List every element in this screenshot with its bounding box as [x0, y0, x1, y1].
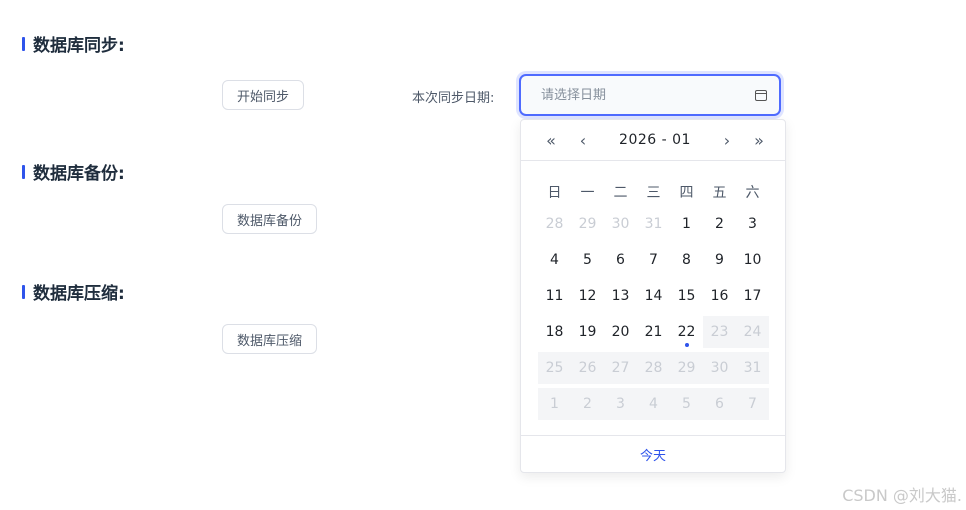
today-button[interactable]: 今天 [640, 445, 666, 464]
calendar-day[interactable]: 12 [571, 280, 604, 312]
calendar-day[interactable]: 15 [670, 280, 703, 312]
calendar-day[interactable]: 28 [538, 208, 571, 240]
calendar-icon[interactable] [755, 89, 767, 101]
calendar-day[interactable]: 18 [538, 316, 571, 348]
calendar-day: 26 [571, 352, 604, 384]
calendar-day: 6 [703, 388, 736, 420]
calendar-day-today[interactable]: 22 [670, 316, 703, 348]
calendar-week-row: 28 29 30 31 1 2 3 [521, 206, 785, 242]
weekday-label: 一 [580, 185, 595, 201]
calendar-month-title[interactable]: 2026 - 01 [619, 132, 691, 148]
calendar-day: 7 [736, 388, 769, 420]
prev-month-icon[interactable]: ‹ [577, 131, 589, 150]
next-year-icon[interactable]: » [753, 131, 765, 150]
calendar-day: 3 [604, 388, 637, 420]
calendar-day: 29 [670, 352, 703, 384]
calendar-day[interactable]: 30 [604, 208, 637, 240]
calendar-day: 28 [637, 352, 670, 384]
section-title-backup: 数据库备份: [22, 159, 125, 184]
prev-year-icon[interactable]: « [545, 131, 557, 150]
section-accent-bar [22, 284, 25, 299]
calendar-day[interactable]: 2 [703, 208, 736, 240]
calendar-day: 31 [736, 352, 769, 384]
section-title-text: 数据库备份: [33, 164, 125, 184]
calendar-week-row: 11 12 13 14 15 16 17 [521, 278, 785, 314]
calendar-day[interactable]: 9 [703, 244, 736, 276]
calendar-day[interactable]: 4 [538, 244, 571, 276]
weekday-label: 日 [547, 185, 562, 201]
weekday-label: 六 [745, 185, 760, 201]
section-title-text: 数据库同步: [33, 36, 125, 56]
weekday-label: 四 [679, 185, 694, 201]
calendar-week-row: 4 5 6 7 8 9 10 [521, 242, 785, 278]
calendar-day[interactable]: 1 [670, 208, 703, 240]
calendar-grid: 28 29 30 31 1 2 3 4 5 6 7 8 9 10 11 12 13 14 15 16 17 18 19 20 2… [521, 206, 785, 422]
calendar-day[interactable]: 11 [538, 280, 571, 312]
sync-date-label: 本次同步日期: [412, 91, 495, 106]
calendar-day[interactable]: 29 [571, 208, 604, 240]
start-sync-button[interactable]: 开始同步 [222, 80, 305, 110]
calendar-day: 4 [637, 388, 670, 420]
calendar-day[interactable]: 5 [571, 244, 604, 276]
section-title-text: 数据库压缩: [33, 284, 125, 304]
calendar-day[interactable]: 31 [637, 208, 670, 240]
database-compress-button[interactable]: 数据库压缩 [222, 324, 318, 354]
section-title-compress: 数据库压缩: [22, 279, 125, 304]
calendar-week-row: 1234567 [521, 386, 785, 422]
calendar-footer: 今天 [521, 435, 785, 472]
watermark: CSDN @刘大猫. [842, 486, 962, 505]
calendar-day[interactable]: 19 [571, 316, 604, 348]
date-picker-popup: « ‹ 2026 - 01 › » 日一二三四五六 28 29 30 31 1 2 3 4 5 6… [520, 119, 786, 473]
weekday-label: 五 [712, 185, 727, 201]
calendar-day: 27 [604, 352, 637, 384]
calendar-day: 30 [703, 352, 736, 384]
calendar-day[interactable]: 17 [736, 280, 769, 312]
weekday-label: 三 [646, 185, 661, 201]
weekday-label: 二 [613, 185, 628, 201]
next-month-icon[interactable]: › [721, 131, 733, 150]
calendar-day[interactable]: 7 [637, 244, 670, 276]
calendar-day[interactable]: 20 [604, 316, 637, 348]
calendar-day[interactable]: 10 [736, 244, 769, 276]
calendar-day[interactable]: 13 [604, 280, 637, 312]
sync-date-input[interactable] [539, 86, 755, 104]
section-accent-bar [22, 36, 25, 51]
calendar-header: « ‹ 2026 - 01 › » [521, 120, 785, 161]
database-backup-button[interactable]: 数据库备份 [222, 204, 318, 234]
calendar-day: 2 [571, 388, 604, 420]
calendar-week-row: 18 19 20 21 22 23 24 [521, 314, 785, 350]
calendar-day[interactable]: 3 [736, 208, 769, 240]
calendar-day[interactable]: 21 [637, 316, 670, 348]
section-title-sync: 数据库同步: [22, 31, 125, 56]
calendar-day: 24 [736, 316, 769, 348]
calendar-day: 23 [703, 316, 736, 348]
calendar-day[interactable]: 8 [670, 244, 703, 276]
calendar-day[interactable]: 6 [604, 244, 637, 276]
weekday-header-row: 日一二三四五六 [521, 180, 785, 204]
calendar-week-row: 25 26 27 28 29 30 31 [521, 350, 785, 386]
section-accent-bar [22, 164, 25, 179]
calendar-day: 5 [670, 388, 703, 420]
calendar-day: 25 [538, 352, 571, 384]
calendar-day[interactable]: 14 [637, 280, 670, 312]
calendar-day[interactable]: 16 [703, 280, 736, 312]
calendar-day: 1 [538, 388, 571, 420]
sync-date-picker[interactable] [519, 74, 781, 116]
